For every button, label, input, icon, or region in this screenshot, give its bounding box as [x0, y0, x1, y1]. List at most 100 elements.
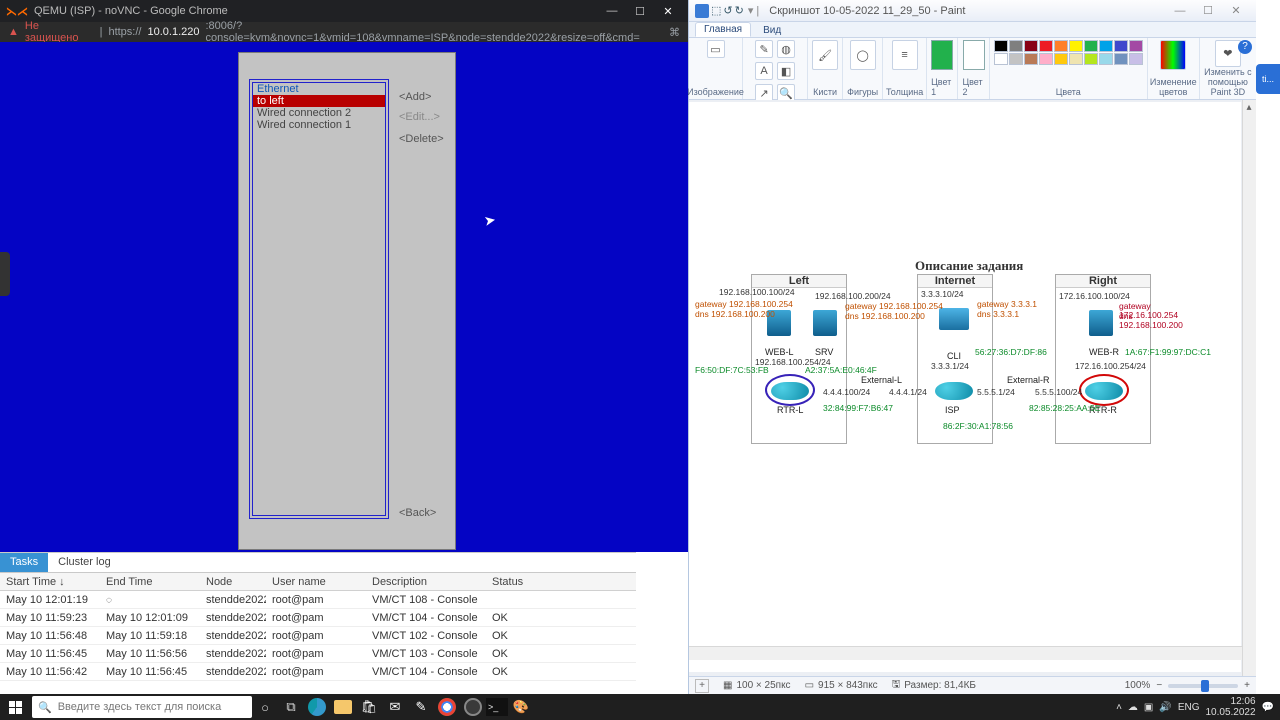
color-swatch[interactable]	[1009, 40, 1023, 52]
paint3d-icon[interactable]: ❤	[1215, 40, 1241, 67]
color-swatch[interactable]	[1084, 40, 1098, 52]
tab-home[interactable]: Главная	[695, 22, 751, 37]
paint-minimize-button[interactable]: —	[1166, 5, 1194, 17]
text-icon[interactable]: A	[755, 62, 773, 80]
tray-network-icon[interactable]: ▣	[1144, 702, 1153, 713]
lbl-webr: WEB-R	[1089, 348, 1119, 358]
color-swatch[interactable]	[1099, 53, 1113, 65]
obs-icon[interactable]	[460, 694, 486, 720]
back-button[interactable]: <Back>	[399, 507, 436, 519]
tray-lang[interactable]: ENG	[1178, 702, 1200, 713]
color1-swatch[interactable]	[931, 40, 953, 70]
edge-icon[interactable]	[304, 694, 330, 720]
paint-maximize-button[interactable]: ☐	[1194, 4, 1222, 17]
connection-list[interactable]: Ethernet to left Wired connection 2 Wire…	[249, 79, 389, 519]
explorer-icon[interactable]	[330, 694, 356, 720]
tab-cluster-log[interactable]: Cluster log	[48, 553, 121, 572]
novnc-side-handle[interactable]	[0, 252, 10, 296]
start-button[interactable]	[0, 694, 30, 720]
col-start[interactable]: Start Time ↓	[0, 576, 100, 588]
color-swatch[interactable]	[1054, 40, 1068, 52]
chrome-taskbar-icon[interactable]	[434, 694, 460, 720]
qa-redo-icon[interactable]: ↻	[735, 4, 744, 17]
zoom-out-button[interactable]: −	[1156, 680, 1162, 691]
zoom-in-button[interactable]: +	[1244, 680, 1250, 691]
color-swatch[interactable]	[1069, 53, 1083, 65]
tray-up-icon[interactable]: ˄	[1116, 702, 1122, 713]
shapes-icon[interactable]: ◯	[850, 40, 876, 70]
taskbar-search[interactable]: 🔍 Введите здесь текст для поиска	[32, 696, 252, 718]
task-row[interactable]: May 10 11:56:42May 10 11:56:45stendde202…	[0, 663, 636, 681]
close-button[interactable]: ✕	[654, 5, 682, 18]
color-swatch[interactable]	[1009, 53, 1023, 65]
maximize-button[interactable]: ☐	[626, 5, 654, 18]
color-swatch[interactable]	[1024, 40, 1038, 52]
col-desc[interactable]: Description	[366, 576, 486, 588]
chrome-titlebar[interactable]: ⋋⋌ QEMU (ISP) - noVNC - Google Chrome — …	[0, 0, 688, 22]
thickness-icon[interactable]: ≡	[892, 40, 918, 70]
color-swatch[interactable]	[1129, 40, 1143, 52]
col-status[interactable]: Status	[486, 576, 606, 588]
ip: gateway 192.168.100.254	[845, 302, 943, 311]
color-swatch[interactable]	[1099, 40, 1113, 52]
col-node[interactable]: Node	[200, 576, 266, 588]
color-swatch[interactable]	[1024, 53, 1038, 65]
color-swatch[interactable]	[1039, 53, 1053, 65]
address-bar[interactable]: ▲ Не защищено | https:// 10.0.1.220 :800…	[0, 22, 688, 42]
paint-close-button[interactable]: ✕	[1222, 4, 1250, 17]
color-swatch[interactable]	[1114, 40, 1128, 52]
color-swatch[interactable]	[1129, 53, 1143, 65]
translate-icon[interactable]: ⌘	[669, 26, 680, 39]
terminal-icon[interactable]: >_	[486, 698, 508, 716]
color-swatch[interactable]	[994, 53, 1008, 65]
paint-titlebar[interactable]: ⬚ ↺ ↻ ▾ | Скриншот 10-05-2022 11_29_50 -…	[689, 0, 1256, 22]
vnc-screen[interactable]: Ethernet to left Wired connection 2 Wire…	[0, 42, 688, 552]
mail-icon[interactable]: ✉	[382, 694, 408, 720]
horizontal-scrollbar[interactable]	[689, 646, 1242, 660]
pencil-icon[interactable]: ✎	[755, 40, 773, 58]
connection-selected[interactable]: to left	[253, 95, 385, 107]
cortana-icon[interactable]: ○	[252, 694, 278, 720]
color-swatch[interactable]	[994, 40, 1008, 52]
store-icon[interactable]: 🛍	[356, 694, 382, 720]
side-tab[interactable]: ti...	[1256, 64, 1280, 94]
minimize-button[interactable]: —	[598, 5, 626, 17]
fill-icon[interactable]: ◍	[777, 40, 795, 58]
notepad-icon[interactable]: ✎	[408, 694, 434, 720]
col-user[interactable]: User name	[266, 576, 366, 588]
qa-undo-icon[interactable]: ↺	[723, 4, 732, 17]
task-row[interactable]: May 10 11:59:23May 10 12:01:09stendde202…	[0, 609, 636, 627]
color-swatch[interactable]	[1084, 53, 1098, 65]
color2-swatch[interactable]	[963, 40, 985, 70]
edit-colors-icon[interactable]	[1160, 40, 1186, 70]
vertical-scrollbar[interactable]: ▴	[1242, 100, 1256, 676]
col-end[interactable]: End Time	[100, 576, 200, 588]
add-button[interactable]: <Add>	[399, 91, 431, 103]
paint-canvas[interactable]: Описание задания Left Internet Right	[689, 102, 1241, 672]
select-icon[interactable]: ▭	[707, 40, 725, 58]
color-swatch[interactable]	[1069, 40, 1083, 52]
color-swatch[interactable]	[1114, 53, 1128, 65]
connection-item[interactable]: Wired connection 2	[253, 107, 385, 119]
qa-save-icon[interactable]: ⬚	[711, 4, 721, 17]
tab-view[interactable]: Вид	[755, 24, 789, 37]
color-swatch[interactable]	[1054, 53, 1068, 65]
eraser-icon[interactable]: ◧	[777, 62, 795, 80]
action-center-icon[interactable]: 💬	[1262, 702, 1274, 713]
tray-volume-icon[interactable]: 🔊	[1159, 702, 1171, 713]
help-icon[interactable]: ?	[1238, 40, 1252, 54]
zoom-slider[interactable]	[1168, 684, 1238, 688]
tray-clock[interactable]: 12:06 10.05.2022	[1205, 696, 1255, 718]
connection-item[interactable]: Wired connection 1	[253, 119, 385, 131]
brush-icon[interactable]: 🖌	[812, 40, 838, 70]
tab-tasks[interactable]: Tasks	[0, 553, 48, 572]
edit-button[interactable]: <Edit...>	[399, 111, 440, 123]
task-row[interactable]: May 10 12:01:19◌stendde2022root@pamVM/CT…	[0, 591, 636, 609]
color-swatch[interactable]	[1039, 40, 1053, 52]
delete-button[interactable]: <Delete>	[399, 133, 444, 145]
paint-taskbar-icon[interactable]: 🎨	[508, 694, 534, 720]
taskview-icon[interactable]: ⧉	[278, 694, 304, 720]
tray-cloud-icon[interactable]: ☁	[1128, 702, 1138, 713]
task-row[interactable]: May 10 11:56:45May 10 11:56:56stendde202…	[0, 645, 636, 663]
task-row[interactable]: May 10 11:56:48May 10 11:59:18stendde202…	[0, 627, 636, 645]
